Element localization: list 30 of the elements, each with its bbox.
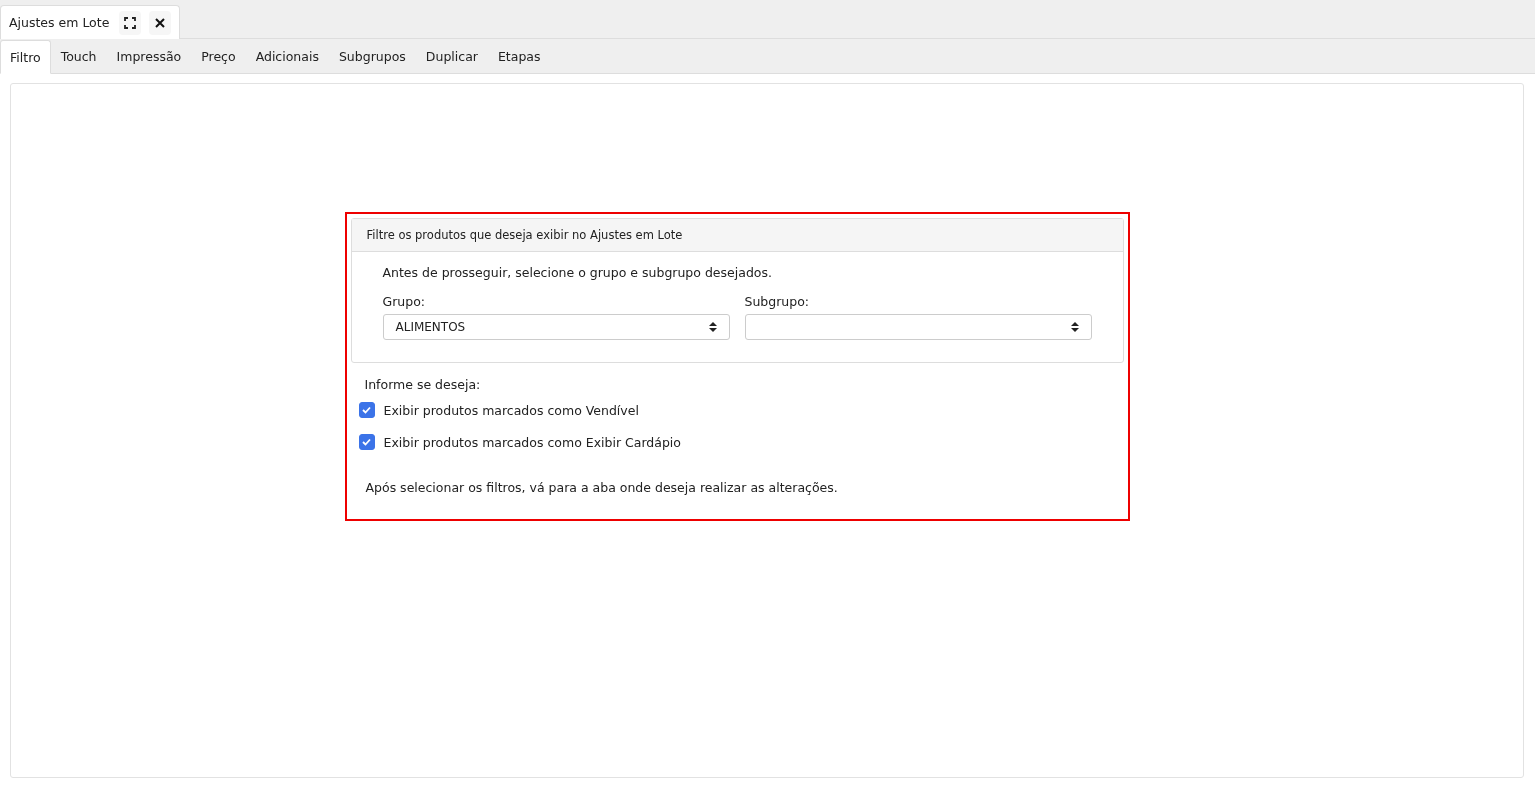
check-icon	[362, 438, 371, 446]
tab[interactable]: Preço	[191, 39, 246, 73]
select-field[interactable]	[744, 314, 1092, 340]
close-icon	[155, 17, 166, 28]
select-field[interactable]: ALIMENTOS	[382, 314, 730, 340]
checkbox-label: Exibir produtos marcados como Vendível	[383, 402, 639, 418]
fullscreen-icon	[124, 16, 137, 29]
checkbox-label: Exibir produtos marcados como Exibir Cardápio	[383, 434, 681, 450]
check-icon	[362, 406, 371, 414]
tab[interactable]: Etapas	[487, 39, 551, 73]
footer-note: Após selecionar os filtros, vá para a aba onde deseja realizar as alterações.	[365, 480, 839, 495]
tab[interactable]: Impressão	[106, 39, 192, 73]
tab[interactable]: Duplicar	[415, 39, 488, 73]
checkbox[interactable]	[358, 402, 375, 418]
tab[interactable]: Filtro	[0, 40, 51, 74]
sort-caret-icon	[1070, 321, 1079, 333]
field-label: Grupo:	[382, 294, 427, 309]
document-tab-title: Ajustes em Lote	[9, 15, 110, 30]
instruction-text: Antes de prosseguir, selecione o grupo e subgrupo desejados.	[382, 265, 773, 280]
card-header: Filtre os produtos que deseja exibir no Ajustes em Lote	[351, 219, 1123, 252]
tab[interactable]: Adicionais	[245, 39, 329, 73]
document-tab[interactable]: Ajustes em Lote	[0, 5, 180, 39]
options-label: Informe se deseja:	[364, 377, 482, 392]
checkbox[interactable]	[358, 434, 375, 450]
fullscreen-button[interactable]	[119, 10, 142, 35]
field-label: Subgrupo:	[744, 294, 811, 309]
sort-caret-icon	[708, 321, 717, 333]
close-button[interactable]	[149, 10, 171, 35]
tab[interactable]: Touch	[50, 39, 107, 73]
tab[interactable]: Subgrupos	[328, 39, 416, 73]
